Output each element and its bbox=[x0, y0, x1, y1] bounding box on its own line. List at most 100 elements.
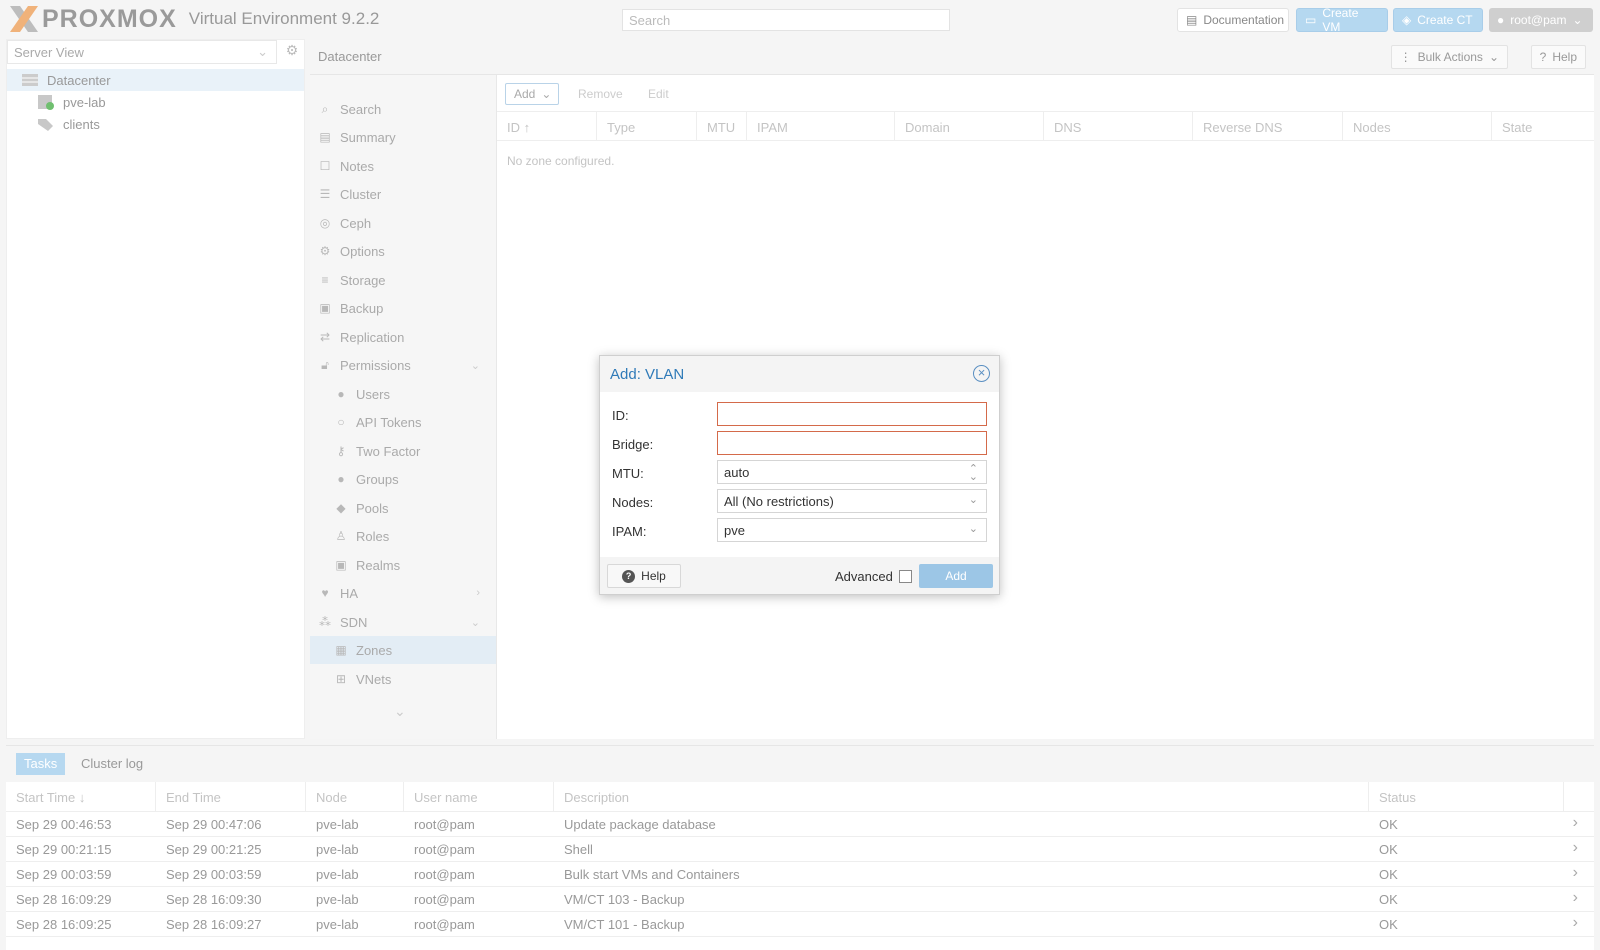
chevron-down-icon: ⌄ bbox=[470, 359, 480, 372]
nav-item-sdn[interactable]: ⁂ SDN ⌄ bbox=[310, 608, 496, 636]
more-vertical-icon: ⋮ bbox=[1399, 50, 1412, 64]
nav-item-zones[interactable]: ▦ Zones bbox=[310, 636, 496, 664]
spinner-icon[interactable]: ⌃ ⌄ bbox=[969, 464, 978, 483]
nodes-label: Nodes: bbox=[612, 495, 654, 510]
nav-item-search[interactable]: ⌕ Search bbox=[310, 95, 496, 123]
network-icon: ⊞ bbox=[335, 672, 347, 686]
nav-item-cluster[interactable]: ☰ Cluster bbox=[310, 180, 496, 208]
column-status[interactable]: Status bbox=[1369, 782, 1564, 812]
nav-item-users[interactable]: ● Users bbox=[310, 380, 496, 408]
documentation-button[interactable]: ▤ Documentation bbox=[1177, 8, 1289, 32]
bulk-actions-button[interactable]: ⋮ Bulk Actions ⌄ bbox=[1390, 45, 1508, 69]
chevron-right-icon[interactable]: › bbox=[1573, 889, 1578, 907]
nav-item-permissions[interactable]: 🔓︎ Permissions ⌄ bbox=[310, 351, 496, 379]
nav-item-realms[interactable]: ▣ Realms bbox=[310, 551, 496, 579]
proxmox-logo[interactable]: PROXMOX Virtual Environment 9.2.2 bbox=[8, 4, 379, 34]
column-ipam[interactable]: IPAM bbox=[747, 112, 895, 141]
grid-icon: ▦ bbox=[335, 643, 347, 657]
id-label: ID: bbox=[612, 408, 629, 423]
nav-item-api-tokens[interactable]: ○ API Tokens bbox=[310, 408, 496, 436]
zones-table-header: ID ↑ Type MTU IPAM Domain DNS Reverse DN… bbox=[497, 111, 1594, 141]
tags-icon bbox=[37, 116, 55, 132]
ipam-label: IPAM: bbox=[612, 524, 647, 539]
chevron-down-icon: ⌄ bbox=[968, 523, 978, 535]
chevron-down-icon: ⌄ bbox=[541, 87, 552, 101]
sdn-icon: ⁂ bbox=[319, 615, 331, 629]
column-reverse-dns[interactable]: Reverse DNS bbox=[1193, 112, 1343, 141]
nav-item-storage[interactable]: ≡ Storage bbox=[310, 266, 496, 294]
create-vm-button[interactable]: ▭ Create VM bbox=[1296, 6, 1388, 34]
tree-item-pool[interactable]: clients bbox=[7, 113, 304, 135]
user-menu-button[interactable]: ● root@pam ⌄ bbox=[1489, 8, 1593, 32]
nav-item-backup[interactable]: ▣ Backup bbox=[310, 294, 496, 322]
nav-item-replication[interactable]: ⇄ Replication bbox=[310, 323, 496, 351]
dialog-title: Add: VLAN bbox=[610, 366, 685, 383]
column-mtu[interactable]: MTU bbox=[697, 112, 747, 141]
nav-item-two-factor[interactable]: ⚷ Two Factor bbox=[310, 437, 496, 465]
help-button[interactable]: ? Help bbox=[1530, 45, 1586, 69]
tab-tasks[interactable]: Tasks bbox=[16, 753, 66, 775]
column-type[interactable]: Type bbox=[597, 112, 697, 141]
gear-icon[interactable]: ⚙ bbox=[282, 42, 302, 62]
nav-item-ha[interactable]: ♥ HA › bbox=[310, 579, 496, 607]
nav-item-summary[interactable]: ▤ Summary bbox=[310, 123, 496, 151]
edit-button[interactable]: Edit bbox=[640, 83, 677, 105]
task-tabs: Tasks Cluster log bbox=[6, 746, 1594, 782]
dialog-help-button[interactable]: ? Help bbox=[607, 564, 681, 588]
table-row[interactable]: Sep 28 16:09:29 Sep 28 16:09:30 pve-lab … bbox=[6, 887, 1594, 912]
empty-message: No zone configured. bbox=[507, 154, 615, 168]
ipam-select[interactable]: pve ⌄ bbox=[717, 518, 987, 542]
column-id[interactable]: ID ↑ bbox=[497, 112, 597, 141]
chevron-right-icon[interactable]: › bbox=[1573, 839, 1578, 857]
dialog-add-button[interactable]: Add bbox=[919, 564, 993, 588]
table-row[interactable]: Sep 29 00:46:53 Sep 29 00:47:06 pve-lab … bbox=[6, 812, 1594, 837]
table-row[interactable]: Sep 29 00:21:15 Sep 29 00:21:25 pve-lab … bbox=[6, 837, 1594, 862]
create-ct-button[interactable]: ◈ Create CT bbox=[1393, 8, 1483, 32]
add-zone-button[interactable]: Add ⌄ bbox=[505, 83, 559, 105]
nav-item-options[interactable]: ⚙ Options bbox=[310, 237, 496, 265]
column-nodes[interactable]: Nodes bbox=[1343, 112, 1492, 141]
tab-cluster-log[interactable]: Cluster log bbox=[73, 753, 151, 775]
nav-item-pools[interactable]: ◆ Pools bbox=[310, 494, 496, 522]
advanced-checkbox[interactable] bbox=[899, 570, 912, 583]
bridge-label: Bridge: bbox=[612, 437, 654, 452]
column-end-time[interactable]: End Time bbox=[156, 782, 306, 812]
column-dns[interactable]: DNS bbox=[1044, 112, 1193, 141]
app-header: PROXMOX Virtual Environment 9.2.2 Search… bbox=[0, 0, 1600, 38]
chevron-right-icon[interactable]: › bbox=[1573, 914, 1578, 932]
mtu-spinner[interactable]: auto ⌃ ⌄ bbox=[717, 460, 987, 484]
tree-item-node[interactable]: pve-lab bbox=[7, 91, 304, 113]
column-node[interactable]: Node bbox=[306, 782, 404, 812]
database-icon: ≡ bbox=[321, 273, 329, 287]
help-icon: ? bbox=[622, 569, 636, 583]
nav-item-groups[interactable]: ● Groups bbox=[310, 465, 496, 493]
column-start-time[interactable]: Start Time ↓ bbox=[6, 782, 156, 812]
user-outline-icon: ○ bbox=[337, 415, 345, 429]
remove-button[interactable]: Remove bbox=[570, 83, 631, 105]
chevron-down-icon: ⌄ bbox=[1572, 13, 1583, 27]
table-row[interactable]: Sep 28 16:09:25 Sep 28 16:09:27 pve-lab … bbox=[6, 912, 1594, 937]
bridge-field[interactable] bbox=[717, 431, 987, 455]
nav-item-notes[interactable]: ☐ Notes bbox=[310, 152, 496, 180]
id-row: ID: bbox=[600, 402, 999, 428]
column-domain[interactable]: Domain bbox=[895, 112, 1044, 141]
nav-item-vnets[interactable]: ⊞ VNets bbox=[310, 665, 496, 693]
bridge-row: Bridge: bbox=[600, 431, 999, 457]
scroll-down-icon[interactable]: ⌄ bbox=[394, 703, 406, 720]
id-field[interactable] bbox=[717, 402, 987, 426]
tree-item-datacenter[interactable]: Datacenter bbox=[7, 69, 304, 91]
column-state[interactable]: State bbox=[1492, 112, 1594, 141]
global-search-input[interactable]: Search bbox=[622, 9, 950, 31]
chevron-right-icon[interactable]: › bbox=[1573, 814, 1578, 832]
close-icon[interactable]: × bbox=[973, 365, 990, 382]
table-row[interactable]: Sep 29 00:03:59 Sep 29 00:03:59 pve-lab … bbox=[6, 862, 1594, 887]
brand-name: PROXMOX bbox=[42, 4, 177, 33]
chevron-down-icon: ⌄ bbox=[1488, 50, 1499, 64]
column-user-name[interactable]: User name bbox=[404, 782, 554, 812]
chevron-right-icon[interactable]: › bbox=[1573, 864, 1578, 882]
nav-item-ceph[interactable]: ◎ Ceph bbox=[310, 209, 496, 237]
nodes-select[interactable]: All (No restrictions) ⌄ bbox=[717, 489, 987, 513]
column-description[interactable]: Description bbox=[554, 782, 1369, 812]
nav-item-roles[interactable]: ♙ Roles bbox=[310, 522, 496, 550]
view-selector[interactable]: Server View ⌄ bbox=[7, 40, 277, 64]
